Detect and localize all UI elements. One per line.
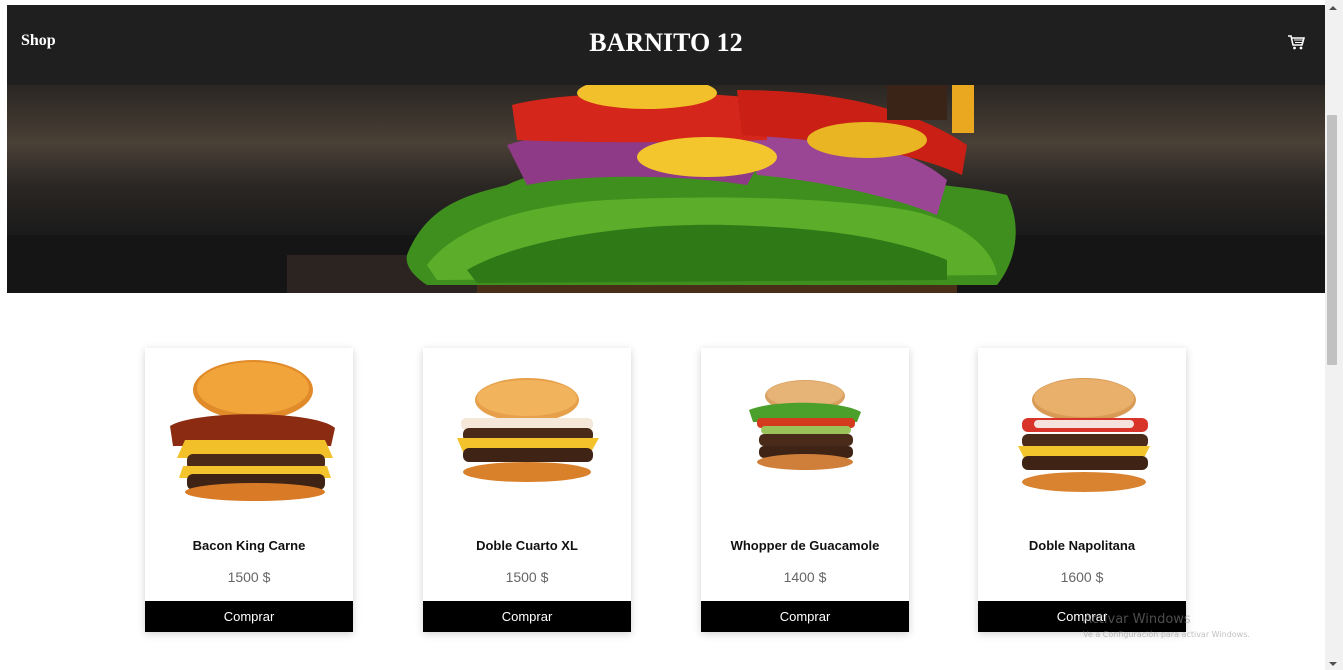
- product-name: Bacon King Carne: [192, 538, 306, 553]
- scroll-up-arrow-icon[interactable]: [1329, 6, 1337, 10]
- product-name: Doble Napolitana: [1028, 538, 1136, 553]
- product-price: 1600 $: [1060, 569, 1104, 585]
- site-title: BARNITO 12: [589, 28, 743, 57]
- cart-icon[interactable]: [1287, 33, 1306, 51]
- burger-image: [701, 348, 909, 528]
- activate-windows-subtitle: Ve a Configuración para activar Windows.: [1083, 630, 1250, 639]
- product-card: Bacon King Carne 1500 $ Comprar: [145, 348, 353, 632]
- buy-button[interactable]: Comprar: [145, 601, 353, 632]
- buy-button[interactable]: Comprar: [423, 601, 631, 632]
- page-left-edge: [0, 0, 7, 670]
- burger-image: [145, 348, 353, 528]
- scrollbar-thumb[interactable]: [1327, 115, 1337, 365]
- burger-closeup-photo: [7, 85, 1325, 293]
- product-price: 1400 $: [783, 569, 827, 585]
- activate-windows-title: Activar Windows: [1083, 612, 1191, 627]
- product-card: Doble Cuarto XL 1500 $ Comprar: [423, 348, 631, 632]
- buy-button[interactable]: Comprar: [701, 601, 909, 632]
- burger-image: [978, 348, 1186, 528]
- product-price: 1500 $: [227, 569, 271, 585]
- scroll-down-arrow-icon[interactable]: [1329, 662, 1337, 666]
- product-card: Doble Napolitana 1600 $ Comprar: [978, 348, 1186, 632]
- hero-banner: [7, 85, 1325, 293]
- product-name: Whopper de Guacamole: [730, 538, 880, 553]
- navbar: Shop BARNITO 12: [7, 5, 1325, 85]
- burger-image: [423, 348, 631, 528]
- product-price: 1500 $: [505, 569, 549, 585]
- product-card: Whopper de Guacamole 1400 $ Comprar: [701, 348, 909, 632]
- product-name: Doble Cuarto XL: [476, 538, 578, 553]
